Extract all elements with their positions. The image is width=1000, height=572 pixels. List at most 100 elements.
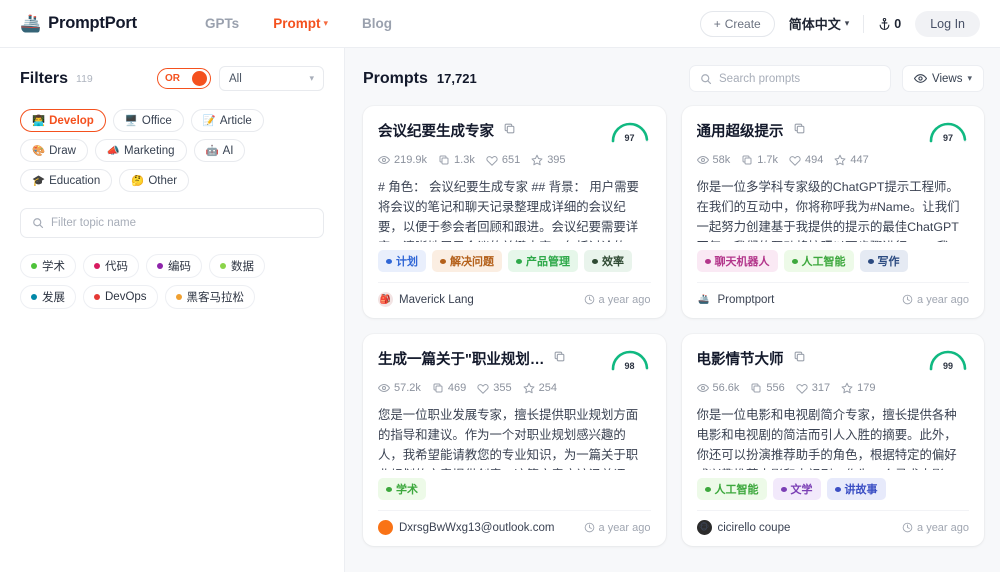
card-tag[interactable]: 文学 [772,478,821,500]
copy-prompt-icon[interactable] [503,122,516,140]
card-timestamp: a year ago [584,294,651,306]
chevron-down-icon: ▾ [844,18,850,28]
header-actions: + Create 简体中文 ▾ 0 Log In [699,10,980,37]
stat-eye: 219.9k [378,154,427,166]
search-prompts-field[interactable] [689,65,891,92]
card-author-name: Promptport [717,293,775,306]
card-timestamp: a year ago [902,522,969,534]
search-input[interactable] [719,72,880,85]
topic-color-dot [157,263,163,269]
card-tag[interactable]: 聊天机器人 [696,250,778,272]
category-chip-office[interactable]: 🖥️ Office [112,109,184,132]
brand-logo-group[interactable]: 🚢 PromptPort [20,14,137,33]
stat-value: 395 [547,154,566,166]
card-author-name: Maverick Lang [399,293,474,306]
category-emoji-icon: 👨‍💻 [32,115,46,127]
card-tag[interactable]: 效率 [584,250,632,272]
filters-count: 119 [76,72,93,85]
nav-item-prompt[interactable]: Prompt ▾ [273,16,328,31]
stat-value: 494 [805,154,824,166]
prompt-card[interactable]: 电影情节大师 99 56.6k 556 317 179 你是一位电影和电视剧简介专家，擅长提… [681,334,984,546]
login-button[interactable]: Log In [915,10,980,37]
category-chip-article[interactable]: 📝 Article [190,109,264,132]
anchor-counter[interactable]: 0 [878,17,901,31]
category-emoji-icon: 📣 [106,145,120,157]
card-tag-label: 人工智能 [714,484,759,496]
score-value: 99 [942,361,953,371]
topic-tag-label: 发展 [42,292,65,304]
nav-item-gpts-label: GPTs [204,16,240,31]
nav-item-gpts[interactable]: GPTs [205,16,239,31]
category-chip-label: Marketing [124,144,175,157]
card-tag[interactable]: 学术 [378,478,426,500]
stat-value: 317 [811,382,831,394]
or-and-toggle[interactable]: OR [157,68,211,89]
card-author[interactable]: 🚢 Promptport [696,292,775,307]
card-tag-label: 产品管理 [526,256,570,268]
tag-color-dot [704,486,711,492]
card-stats: 56.6k 556 317 179 [696,382,970,394]
eye-icon [378,156,390,164]
card-tag[interactable]: 讲故事 [826,478,886,500]
category-chip-draw[interactable]: 🎨 Draw [20,139,88,162]
category-chip-ai[interactable]: 🤖 AI [193,139,246,162]
topic-tag[interactable]: 数据 [209,254,265,278]
stat-eye: 58k [696,154,730,166]
prompt-card[interactable]: 通用超级提示 97 58k 1.7k 494 447 你是一位多学科专家级的ChatGPT提… [681,106,984,318]
copy-prompt-icon[interactable] [553,350,566,368]
topic-tag[interactable]: DevOps [83,285,158,309]
views-button[interactable]: Views ▾ [902,65,984,92]
anchor-icon [879,17,890,30]
card-tag-list: 聊天机器人 人工智能 写作 [696,250,970,272]
tag-color-dot [516,258,522,264]
toggle-knob [192,71,207,86]
card-tag[interactable]: 写作 [859,250,908,272]
category-chip-other[interactable]: 🤔 Other [119,169,190,192]
prompt-card[interactable]: 生成一篇关于"职业规划… 98 57.2k 469 355 254 您是一位职业发展专家，擅… [363,334,666,546]
category-chip-develop[interactable]: 👨‍💻 Develop [20,109,106,132]
topic-color-dot [31,263,37,269]
card-stats: 219.9k 1.3k 651 395 [378,154,651,166]
category-chip-education[interactable]: 🎓 Education [20,169,113,192]
topic-filter-input[interactable] [51,217,312,229]
copy-prompt-icon[interactable] [793,350,806,368]
card-author[interactable]: 🐵 cicirello coupe [696,520,790,535]
topic-tag-label: 数据 [231,261,254,273]
card-tag-label: 解决问题 [450,256,494,268]
star-icon [531,154,543,166]
copy-prompt-icon[interactable] [793,122,806,140]
topic-tag[interactable]: 学术 [20,254,76,278]
main-nav: GPTs Prompt ▾ Blog [205,16,392,31]
create-button[interactable]: + Create [699,10,775,37]
topic-tag[interactable]: 发展 [20,285,76,309]
category-chip-marketing[interactable]: 📣 Marketing [94,139,187,162]
card-tag[interactable]: 产品管理 [508,250,578,272]
topic-color-dot [94,263,100,269]
avatar: 🚢 [696,292,712,307]
topic-tag-label: 编码 [168,261,191,273]
prompt-card[interactable]: 会议纪要生成专家 97 219.9k 1.3k 651 395 # 角色： 会议纪要生成专家… [363,106,666,318]
topic-tag[interactable]: 编码 [146,254,202,278]
topic-tag[interactable]: 代码 [83,254,139,278]
card-tag[interactable]: 解决问题 [432,250,502,272]
category-select[interactable]: All ▾ [219,66,324,91]
topic-filter-field[interactable] [20,208,324,238]
avatar: 🐵 [696,520,712,535]
tag-color-dot [386,486,392,492]
score-gauge: 99 [927,348,969,372]
filters-header: Filters 119 OR All ▾ [20,66,324,91]
topic-tag[interactable]: 黑客马拉松 [164,285,256,309]
card-header: 会议纪要生成专家 97 [378,120,651,144]
card-tag-label: 讲故事 [844,484,878,496]
nav-item-blog[interactable]: Blog [362,16,392,31]
card-author[interactable]: 🎒 Maverick Lang [378,292,474,307]
card-tag[interactable]: 人工智能 [696,478,767,500]
copy-icon [433,383,443,393]
card-description: 你是一位电影和电视剧简介专家，擅长提供各种电影和电视剧的简洁而引人入胜的摘要。此… [696,408,957,470]
language-selector[interactable]: 简体中文 ▾ [789,14,850,33]
card-author[interactable]: DxrsgBwWxg13@outlook.com [378,520,554,535]
eye-icon [378,384,390,392]
page-body: Filters 119 OR All ▾ 👨‍💻 Develop 🖥️ Office 📝… [0,48,1000,572]
card-tag[interactable]: 人工智能 [783,250,854,272]
card-tag[interactable]: 计划 [378,250,426,272]
